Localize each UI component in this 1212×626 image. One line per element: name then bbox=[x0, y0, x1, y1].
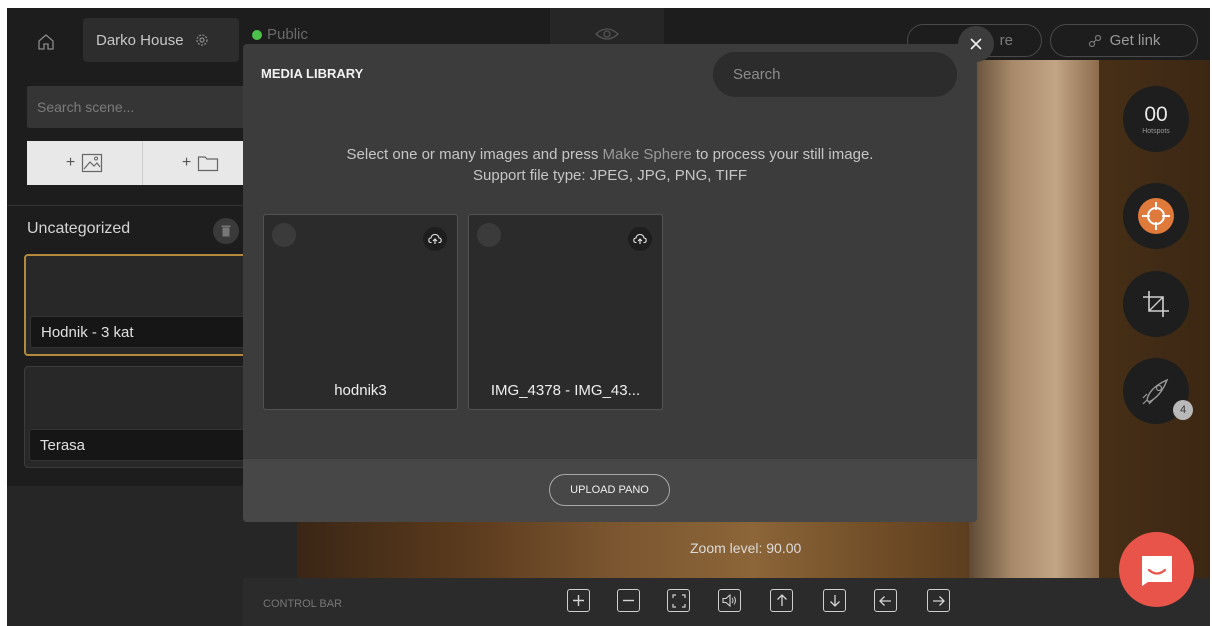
scene-card-hodnik[interactable]: Hodnik - 3 kat bbox=[24, 254, 260, 356]
app-window: Darko House Public re Get link Search sc… bbox=[7, 8, 1210, 626]
get-link-button[interactable]: Get link bbox=[1050, 24, 1198, 57]
add-folder-button[interactable]: + bbox=[143, 141, 259, 185]
home-button[interactable] bbox=[29, 22, 63, 62]
sound-button[interactable] bbox=[718, 589, 741, 612]
image-icon bbox=[82, 153, 103, 173]
cloud-upload-icon bbox=[428, 233, 442, 244]
fullscreen-button[interactable] bbox=[667, 589, 690, 612]
close-icon bbox=[970, 38, 982, 50]
modal-close-button[interactable] bbox=[958, 26, 994, 62]
cloud-upload-icon bbox=[633, 233, 647, 244]
visibility-toggle[interactable]: Public bbox=[252, 26, 308, 43]
move-left-button[interactable] bbox=[874, 589, 897, 612]
home-icon bbox=[38, 34, 54, 50]
target-icon bbox=[1138, 198, 1174, 234]
category-title: Uncategorized bbox=[27, 220, 131, 237]
rocket-icon bbox=[1142, 378, 1169, 405]
visibility-label: Public bbox=[267, 26, 308, 43]
minus-icon bbox=[623, 599, 634, 602]
supported-types: Support file type: JPEG, JPG, PNG, TIFF bbox=[473, 167, 747, 184]
scene-card-terasa[interactable]: Terasa bbox=[24, 366, 260, 468]
gear-icon[interactable] bbox=[194, 32, 210, 48]
media-name: hodnik3 bbox=[334, 382, 387, 399]
zoom-out-button[interactable] bbox=[617, 589, 640, 612]
scene-search-placeholder: Search scene... bbox=[37, 99, 135, 115]
chat-button[interactable] bbox=[1119, 532, 1194, 607]
zoom-in-button[interactable] bbox=[567, 589, 590, 612]
category-delete-button[interactable] bbox=[213, 218, 239, 244]
public-status-dot bbox=[252, 29, 262, 40]
trash-icon bbox=[221, 225, 231, 237]
speaker-icon bbox=[722, 594, 736, 607]
rocket-badge: 4 bbox=[1173, 400, 1193, 420]
eye-icon bbox=[595, 28, 619, 40]
media-search-placeholder: Search bbox=[733, 66, 781, 83]
folder-icon bbox=[198, 156, 219, 172]
arrow-down-icon bbox=[829, 595, 840, 607]
add-image-button[interactable]: + bbox=[27, 141, 143, 185]
cloud-upload-button[interactable] bbox=[423, 227, 447, 251]
arrow-right-icon bbox=[933, 595, 945, 606]
crop-tool-button[interactable] bbox=[1123, 271, 1189, 337]
hotspots-count: 00 bbox=[1144, 102, 1168, 126]
get-link-label: Get link bbox=[1109, 32, 1161, 49]
media-card[interactable]: hodnik3 bbox=[263, 214, 458, 410]
panorama-wall bbox=[969, 60, 1099, 626]
info-pre: Select one or many images and press bbox=[346, 146, 603, 163]
add-toolbar: + + bbox=[27, 141, 259, 185]
hotspots-label: Hotspots bbox=[1142, 127, 1170, 135]
modal-footer: UPLOAD PANO bbox=[243, 459, 977, 522]
move-right-button[interactable] bbox=[927, 589, 950, 612]
chat-icon bbox=[1141, 555, 1172, 586]
fullscreen-icon bbox=[671, 593, 686, 608]
scene-search-input[interactable]: Search scene... bbox=[27, 86, 259, 128]
cloud-upload-button[interactable] bbox=[628, 227, 652, 251]
arrow-left-icon bbox=[879, 595, 891, 606]
target-tool-button[interactable] bbox=[1123, 183, 1189, 249]
scene-card-label: Terasa bbox=[29, 429, 259, 461]
zoom-level-text: Zoom level: 90.00 bbox=[690, 540, 802, 556]
scene-card-label: Hodnik - 3 kat bbox=[30, 316, 258, 348]
upload-pano-button[interactable]: UPLOAD PANO bbox=[549, 474, 670, 506]
arrow-up-icon bbox=[776, 594, 787, 606]
modal-instructions: Select one or many images and press Make… bbox=[243, 144, 977, 186]
media-name: IMG_4378 - IMG_43... bbox=[490, 382, 641, 399]
tour-name-button[interactable]: Darko House bbox=[83, 18, 239, 62]
media-card[interactable]: IMG_4378 - IMG_43... bbox=[468, 214, 663, 410]
move-down-button[interactable] bbox=[823, 589, 846, 612]
move-up-button[interactable] bbox=[770, 589, 793, 612]
crop-icon bbox=[1143, 291, 1169, 317]
make-sphere-highlight: Make Sphere bbox=[602, 146, 692, 163]
add-image-plus: + bbox=[65, 154, 76, 171]
media-search-input[interactable]: Search bbox=[713, 52, 957, 97]
info-post: to process your still image. bbox=[691, 146, 874, 163]
select-checkbox[interactable] bbox=[272, 223, 296, 247]
control-bar-label: CONTROL BAR bbox=[263, 598, 343, 610]
hotspots-counter[interactable]: 00 Hotspots bbox=[1123, 86, 1189, 152]
link-icon bbox=[1088, 34, 1101, 47]
add-folder-plus: + bbox=[181, 154, 192, 171]
tour-name-label: Darko House bbox=[96, 31, 184, 49]
control-bar: CONTROL BAR bbox=[243, 578, 1210, 626]
plus-icon bbox=[573, 595, 584, 606]
sidebar-divider bbox=[7, 205, 259, 206]
media-library-modal: MEDIA LIBRARY Search Select one or many … bbox=[243, 26, 994, 522]
modal-title: MEDIA LIBRARY bbox=[261, 66, 364, 81]
select-checkbox[interactable] bbox=[477, 223, 501, 247]
share-label: re bbox=[999, 32, 1013, 49]
